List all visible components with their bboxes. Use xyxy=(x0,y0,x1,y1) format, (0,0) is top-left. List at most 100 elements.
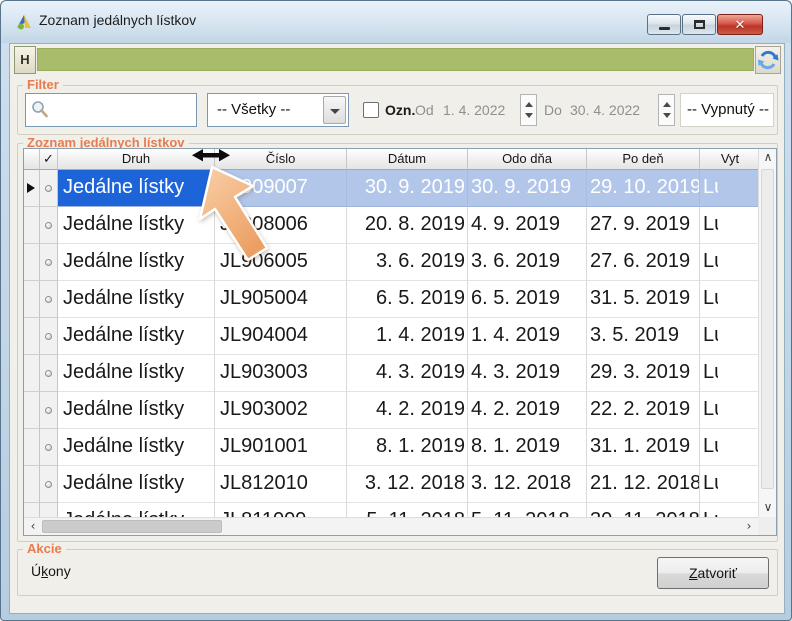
cell-druh[interactable]: Jedálne lístky xyxy=(58,429,215,466)
cell-po-den[interactable]: 22. 2. 2019 xyxy=(587,392,700,429)
cell-po-den[interactable]: 30. 11. 2018 xyxy=(587,503,700,517)
cell-cislo[interactable]: JL901001 xyxy=(215,429,347,466)
cell-druh[interactable]: Jedálne lístky xyxy=(58,503,215,517)
cell-datum[interactable]: 1. 4. 2019 xyxy=(347,318,468,355)
vertical-scroll-thumb[interactable] xyxy=(761,169,774,489)
cell-cislo[interactable]: JL903002 xyxy=(215,392,347,429)
date-from-spinner[interactable] xyxy=(520,94,537,126)
cell-odo-dna[interactable]: 3. 6. 2019 xyxy=(468,244,587,281)
spin-up-icon[interactable] xyxy=(525,102,533,107)
cell-druh[interactable]: Jedálne lístky xyxy=(58,281,215,318)
cell-odo-dna[interactable]: 30. 9. 2019 xyxy=(468,170,587,207)
scroll-right-icon[interactable]: › xyxy=(740,518,758,536)
cell-druh[interactable]: Jedálne lístky xyxy=(58,466,215,503)
header-check[interactable]: ✓ xyxy=(40,149,58,170)
cell-po-den[interactable]: 27. 9. 2019 xyxy=(587,207,700,244)
cell-cislo[interactable]: JL904004 xyxy=(215,318,347,355)
cell-odo-dna[interactable]: 4. 2. 2019 xyxy=(468,392,587,429)
cell-vytvoril[interactable]: Lu xyxy=(700,318,758,355)
horizontal-scroll-thumb[interactable] xyxy=(42,520,222,533)
table-row[interactable]: Jedálne lístky JL905004 6. 5. 2019 6. 5.… xyxy=(24,281,758,318)
spin-down-icon[interactable] xyxy=(663,113,671,118)
cell-odo-dna[interactable]: 3. 12. 2018 xyxy=(468,466,587,503)
type-dropdown-button[interactable] xyxy=(323,96,346,124)
date-to-value: 30. 4. 2022 xyxy=(570,102,640,118)
cell-cislo[interactable]: JL812010 xyxy=(215,466,347,503)
cell-datum[interactable]: 30. 9. 2019 xyxy=(347,170,468,207)
header-gutter xyxy=(24,149,40,170)
ozn-checkbox[interactable] xyxy=(363,102,379,118)
header-odo-dna[interactable]: Odo dňa xyxy=(468,149,587,170)
cell-vytvoril[interactable]: Lu xyxy=(700,244,758,281)
table-row[interactable]: Jedálne lístky JL812010 3. 12. 2018 3. 1… xyxy=(24,466,758,503)
cell-odo-dna[interactable]: 5. 11. 2018 xyxy=(468,503,587,517)
scroll-up-icon[interactable]: ∧ xyxy=(759,149,777,167)
spin-down-icon[interactable] xyxy=(525,113,533,118)
cell-odo-dna[interactable]: 1. 4. 2019 xyxy=(468,318,587,355)
maximize-button[interactable] xyxy=(682,14,716,35)
title-bar[interactable]: Zoznam jedálnych lístkov ✕ xyxy=(1,1,791,43)
state-dropdown[interactable]: -- Vypnutý -- xyxy=(680,93,774,127)
cell-cislo[interactable]: JL905004 xyxy=(215,281,347,318)
table-row[interactable]: Jedálne lístky JL909007 30. 9. 2019 30. … xyxy=(24,170,758,207)
cell-po-den[interactable]: 27. 6. 2019 xyxy=(587,244,700,281)
cell-druh[interactable]: Jedálne lístky xyxy=(58,392,215,429)
cell-datum[interactable]: 4. 3. 2019 xyxy=(347,355,468,392)
minimize-button[interactable] xyxy=(647,14,681,35)
vertical-scrollbar[interactable]: ∧ ∨ xyxy=(758,149,776,517)
table-row[interactable]: Jedálne lístky JL906005 3. 6. 2019 3. 6.… xyxy=(24,244,758,281)
close-window-button[interactable]: ✕ xyxy=(717,14,763,35)
h-toolbar-button[interactable]: H xyxy=(14,46,36,74)
table-row[interactable]: Jedálne lístky JL908006 20. 8. 2019 4. 9… xyxy=(24,207,758,244)
cell-odo-dna[interactable]: 8. 1. 2019 xyxy=(468,429,587,466)
cell-datum[interactable]: 3. 12. 2018 xyxy=(347,466,468,503)
scroll-down-icon[interactable]: ∨ xyxy=(759,499,777,517)
cell-datum[interactable]: 4. 2. 2019 xyxy=(347,392,468,429)
date-to-spinner[interactable] xyxy=(658,94,675,126)
refresh-button[interactable] xyxy=(755,46,781,74)
cell-druh[interactable]: Jedálne lístky xyxy=(58,318,215,355)
cell-datum[interactable]: 8. 1. 2019 xyxy=(347,429,468,466)
ozn-checkbox-label[interactable]: Ozn. xyxy=(385,102,415,118)
table-row[interactable]: Jedálne lístky JL811009 5. 11. 2018 5. 1… xyxy=(24,503,758,517)
type-dropdown[interactable]: -- Všetky -- xyxy=(207,93,349,127)
cell-druh[interactable]: Jedálne lístky xyxy=(58,355,215,392)
spin-up-icon[interactable] xyxy=(663,102,671,107)
search-box[interactable] xyxy=(25,93,197,127)
cell-odo-dna[interactable]: 4. 9. 2019 xyxy=(468,207,587,244)
cell-po-den[interactable]: 31. 1. 2019 xyxy=(587,429,700,466)
header-vytvoril[interactable]: Vyt xyxy=(700,149,758,170)
cell-po-den[interactable]: 3. 5. 2019 xyxy=(587,318,700,355)
scroll-left-icon[interactable]: ‹ xyxy=(24,518,42,536)
table-row[interactable]: Jedálne lístky JL904004 1. 4. 2019 1. 4.… xyxy=(24,318,758,355)
cell-vytvoril[interactable]: Lu xyxy=(700,429,758,466)
cell-datum[interactable]: 5. 11. 2018 xyxy=(347,503,468,517)
cell-datum[interactable]: 3. 6. 2019 xyxy=(347,244,468,281)
cell-vytvoril[interactable]: Lu xyxy=(700,170,758,207)
ukony-menu[interactable]: Úkony xyxy=(31,563,71,579)
cell-vytvoril[interactable]: Lu xyxy=(700,503,758,517)
cell-vytvoril[interactable]: Lu xyxy=(700,207,758,244)
cell-odo-dna[interactable]: 6. 5. 2019 xyxy=(468,281,587,318)
header-datum[interactable]: Dátum xyxy=(347,149,468,170)
cell-po-den[interactable]: 29. 3. 2019 xyxy=(587,355,700,392)
search-input[interactable] xyxy=(52,97,192,123)
close-dialog-button[interactable]: Zatvoriť xyxy=(657,557,769,589)
cell-po-den[interactable]: 21. 12. 2018 xyxy=(587,466,700,503)
cell-cislo[interactable]: JL811009 xyxy=(215,503,347,517)
table-row[interactable]: Jedálne lístky JL901001 8. 1. 2019 8. 1.… xyxy=(24,429,758,466)
cell-vytvoril[interactable]: Lu xyxy=(700,355,758,392)
cell-vytvoril[interactable]: Lu xyxy=(700,392,758,429)
cell-cislo[interactable]: JL903003 xyxy=(215,355,347,392)
cell-vytvoril[interactable]: Lu xyxy=(700,281,758,318)
cell-vytvoril[interactable]: Lu xyxy=(700,466,758,503)
header-po-den[interactable]: Po deň xyxy=(587,149,700,170)
cell-datum[interactable]: 20. 8. 2019 xyxy=(347,207,468,244)
cell-po-den[interactable]: 31. 5. 2019 xyxy=(587,281,700,318)
table-row[interactable]: Jedálne lístky JL903003 4. 3. 2019 4. 3.… xyxy=(24,355,758,392)
cell-odo-dna[interactable]: 4. 3. 2019 xyxy=(468,355,587,392)
cell-datum[interactable]: 6. 5. 2019 xyxy=(347,281,468,318)
cell-po-den[interactable]: 29. 10. 2019 xyxy=(587,170,700,207)
horizontal-scrollbar[interactable]: ‹ › xyxy=(24,517,758,535)
table-row[interactable]: Jedálne lístky JL903002 4. 2. 2019 4. 2.… xyxy=(24,392,758,429)
